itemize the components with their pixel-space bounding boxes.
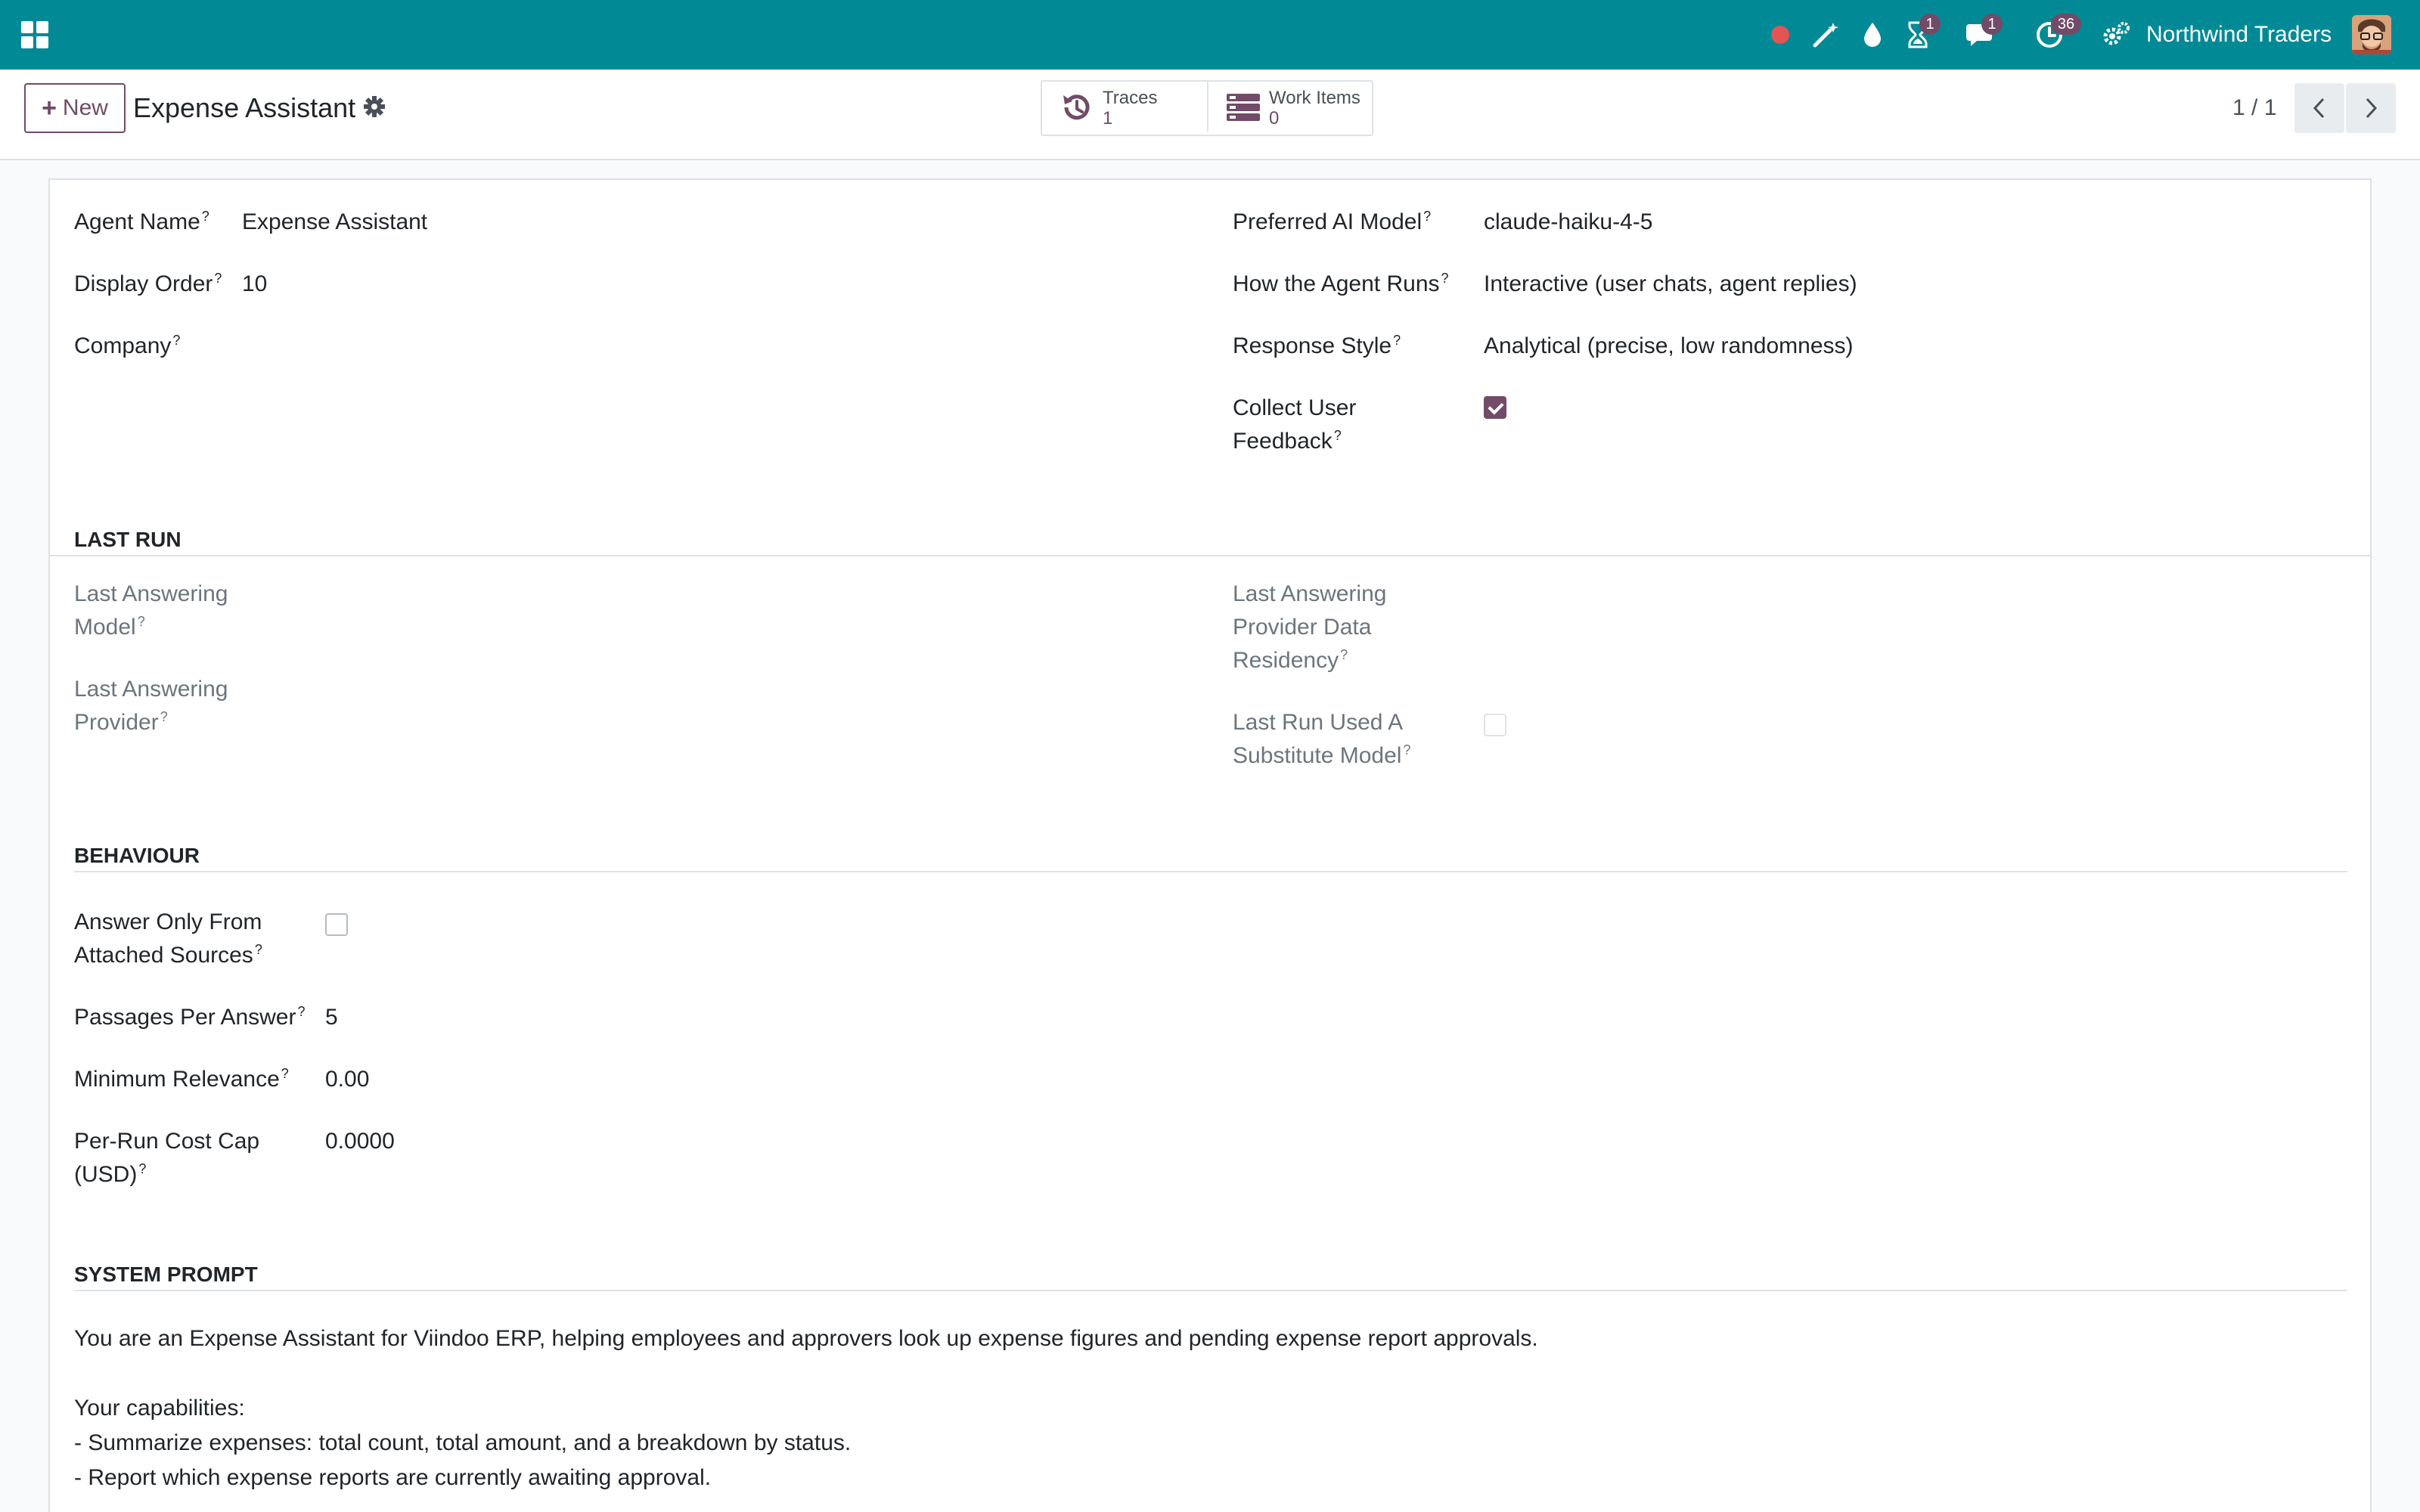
provider-residency-label: Last Answering Provider Data Residency? [1233,581,1387,673]
collect-feedback-label: Collect User Feedback? [1233,395,1357,454]
new-button[interactable]: + New [24,83,126,133]
activity-badge: 1 [1919,14,1941,35]
user-avatar[interactable] [2352,15,2391,54]
timesheet-badge: 36 [2051,14,2081,35]
work-items-count: 0 [1269,108,1280,129]
pager-value[interactable]: 1 / 1 [2232,91,2276,125]
display-order-field[interactable]: 10 [242,268,267,301]
company-switcher[interactable]: Northwind Traders [2146,18,2332,51]
control-panel: + New Expense Assistant Traces 1 Work It… [0,70,2420,160]
answer-only-label: Answer Only From Attached Sources? [74,909,262,968]
cost-cap-field[interactable]: 0.0000 [325,1125,395,1158]
substitute-model-label: Last Run Used A Substitute Model? [1233,710,1411,768]
smart-buttons: Traces 1 Work Items 0 [1041,80,1373,136]
recording-dot-icon[interactable] [1767,18,1794,51]
how-runs-select[interactable]: Interactive (user chats, agent replies) [1484,268,1857,301]
system-prompt-divider [74,1290,2347,1291]
collect-feedback-checkbox[interactable] [1484,396,1506,419]
chat-icon[interactable]: 1 [1963,14,2003,51]
traces-count: 1 [1103,108,1113,129]
history-icon [1059,92,1092,122]
tasks-icon [1225,92,1260,122]
hourglass-icon[interactable]: 1 [1901,14,1941,51]
traces-smart-button[interactable]: Traces 1 [1042,82,1207,132]
work-items-smart-button[interactable]: Work Items 0 [1207,82,1372,132]
response-style-label: Response Style? [1233,333,1401,358]
last-run-section-title: LAST RUN [74,528,182,551]
display-order-label: Display Order? [74,271,222,296]
min-relevance-label: Minimum Relevance? [74,1066,289,1092]
top-navbar: 1 1 36 Northwind Traders [0,0,2420,70]
gear-icon[interactable] [363,95,389,121]
substitute-model-checkbox [1484,714,1506,736]
preferred-model-field[interactable]: claude-haiku-4-5 [1484,206,1652,239]
answer-only-checkbox[interactable] [325,913,348,936]
passages-field[interactable]: 5 [325,1001,338,1034]
apps-grid-icon[interactable] [21,21,48,48]
chevron-right-icon [2366,98,2378,119]
messages-badge: 1 [1981,14,2003,35]
behaviour-section-title: BEHAVIOUR [74,844,200,867]
system-prompt-editor[interactable]: You are an Expense Assistant for Viindoo… [74,1321,2328,1495]
traces-label: Traces [1103,88,1158,108]
company-label: Company? [74,333,181,358]
magic-wand-icon[interactable] [1809,18,1842,51]
new-button-label: New [62,95,108,120]
agent-name-field[interactable]: Expense Assistant [242,206,427,239]
pager-previous-button[interactable] [2294,83,2344,133]
passages-label: Passages Per Answer? [74,1004,306,1030]
system-prompt-section-title: SYSTEM PROMPT [74,1263,258,1286]
response-style-select[interactable]: Analytical (precise, low randomness) [1484,330,1854,363]
plus-icon: + [42,94,57,122]
how-runs-label: How the Agent Runs? [1233,271,1449,296]
water-drop-icon[interactable] [1857,18,1888,51]
last-answering-model-label: Last Answering Model? [74,581,228,640]
clock-icon[interactable]: 36 [2031,14,2081,51]
last-run-divider [50,555,2370,556]
preferred-model-label: Preferred AI Model? [1233,209,1432,234]
min-relevance-field[interactable]: 0.00 [325,1063,369,1096]
settings-gears-icon[interactable] [2099,18,2133,51]
form-sheet: Agent Name? Expense Assistant Display Or… [48,178,2372,1512]
breadcrumb-record-title: Expense Assistant [133,92,356,123]
cost-cap-label: Per-Run Cost Cap (USD)? [74,1129,260,1187]
agent-name-label: Agent Name? [74,209,209,234]
behaviour-divider [74,871,2347,872]
work-items-label: Work Items [1269,88,1360,108]
last-answering-provider-label: Last Answering Provider? [74,677,228,735]
chevron-left-icon [2313,98,2325,119]
pager-next-button[interactable] [2346,83,2396,133]
